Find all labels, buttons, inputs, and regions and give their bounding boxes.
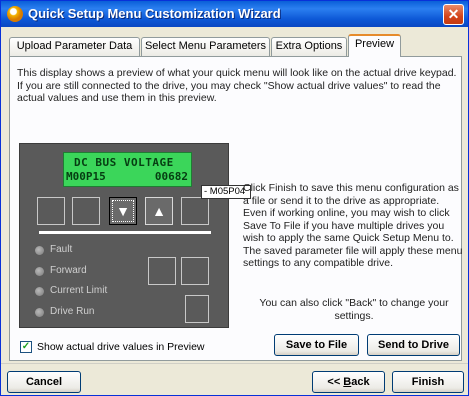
keypad-down-button[interactable]: ▼: [109, 197, 137, 225]
tab-preview[interactable]: Preview: [348, 34, 401, 57]
title-bar[interactable]: Quick Setup Menu Customization Wizard ✕: [1, 1, 468, 27]
back-prefix: <<: [327, 376, 344, 388]
keypad-button-7[interactable]: [181, 257, 209, 285]
led-label-forward: Forward: [50, 265, 87, 276]
tab-upload-parameter-data[interactable]: Upload Parameter Data: [9, 37, 140, 56]
lcd-display: DC BUS VOLTAGE M00P15 00682: [63, 152, 192, 187]
up-arrow-icon: ▲: [152, 203, 166, 219]
button-bar-separator: [1, 363, 468, 364]
close-button[interactable]: ✕: [443, 4, 464, 25]
cancel-button[interactable]: Cancel: [7, 371, 81, 393]
led-label-drive-run: Drive Run: [50, 306, 95, 317]
drive-run-led-icon: [35, 308, 44, 317]
back-button[interactable]: << Back: [312, 371, 385, 393]
app-icon: [7, 6, 23, 22]
window-title: Quick Setup Menu Customization Wizard: [28, 6, 281, 21]
keypad-button-2[interactable]: [72, 197, 100, 225]
keypad-preview: DC BUS VOLTAGE M00P15 00682 ▼ ▲ Fault Fo…: [19, 143, 229, 328]
lcd-line-1: DC BUS VOLTAGE: [74, 156, 174, 169]
back-rest: ack: [351, 376, 370, 388]
tab-select-menu-parameters[interactable]: Select Menu Parameters: [141, 37, 270, 56]
keypad-button-1[interactable]: [37, 197, 65, 225]
wizard-window: Quick Setup Menu Customization Wizard ✕ …: [0, 0, 469, 396]
keypad-button-8[interactable]: [185, 295, 209, 323]
finish-button[interactable]: Finish: [392, 371, 464, 393]
keypad-button-6[interactable]: [148, 257, 176, 285]
led-label-fault: Fault: [50, 244, 73, 255]
keypad-button-5[interactable]: [181, 197, 209, 225]
lcd-parameter: M00P15: [66, 170, 106, 183]
fault-led-icon: [35, 246, 44, 255]
current-limit-led-icon: [35, 287, 44, 296]
forward-led-icon: [35, 267, 44, 276]
back-instructions: You can also click "Back" to change your…: [259, 297, 449, 322]
tab-extra-options[interactable]: Extra Options: [271, 37, 347, 56]
show-actual-values-label[interactable]: Show actual drive values in Preview: [37, 341, 205, 353]
finish-instructions: Click Finish to save this menu configura…: [243, 182, 463, 269]
led-label-current-limit: Current Limit: [50, 285, 108, 296]
keypad-up-button[interactable]: ▲: [145, 197, 173, 225]
lcd-value: 00682: [154, 170, 188, 183]
save-to-file-button[interactable]: Save to File: [274, 334, 359, 356]
send-to-drive-button[interactable]: Send to Drive: [367, 334, 460, 356]
keypad-divider: [39, 231, 211, 234]
preview-description: This display shows a preview of what you…: [17, 67, 457, 104]
show-actual-values-checkbox[interactable]: ✓: [20, 341, 32, 353]
down-arrow-icon: ▼: [116, 203, 130, 219]
